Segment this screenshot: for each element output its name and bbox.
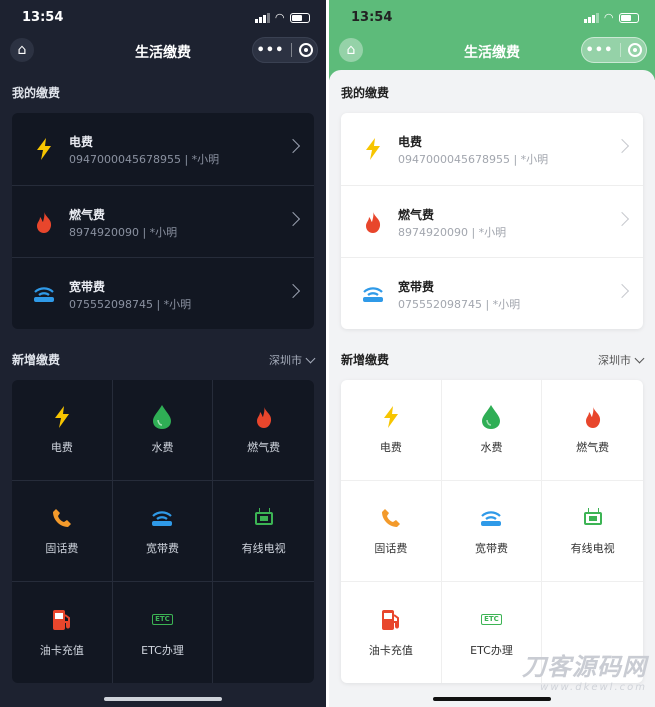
grid-item-water[interactable]: 水费 — [441, 380, 543, 481]
etc-icon: ETC — [150, 608, 174, 632]
tv-icon — [581, 506, 605, 530]
chevron-down-icon — [305, 353, 316, 363]
bill-row-electricity[interactable]: 电费 0947000045678955 | *小明 — [12, 113, 314, 185]
nav-bar: ⌂ 生活缴费 ••• — [329, 34, 655, 68]
signal-icon — [583, 12, 599, 23]
grid-item-gas[interactable]: 燃气费 — [213, 380, 314, 481]
grid-item-landline[interactable]: 固话费 — [341, 481, 442, 582]
bill-name: 宽带费 — [69, 280, 106, 294]
status-time: 13:54 — [22, 10, 64, 25]
new-bills-title: 新增缴费 — [341, 353, 390, 367]
bill-name: 电费 — [398, 135, 423, 149]
bill-detail: 075552098745 | *小明 — [398, 298, 521, 311]
water-drop-icon — [150, 405, 174, 429]
bill-name: 燃气费 — [398, 208, 435, 222]
grid-item-empty — [213, 582, 314, 683]
grid-item-electricity[interactable]: 电费 — [341, 380, 442, 481]
my-bills-title: 我的缴费 — [341, 86, 390, 100]
bill-detail: 0947000045678955 | *小明 — [398, 153, 549, 166]
my-bills-card: 电费 0947000045678955 | *小明 燃气费 8974920090… — [341, 113, 643, 329]
miniprogram-capsule: ••• — [581, 37, 647, 63]
city-label: 深圳市 — [269, 354, 302, 367]
etc-icon: ETC — [479, 608, 503, 632]
grid-item-gas[interactable]: 燃气费 — [542, 380, 643, 481]
close-miniprogram-icon[interactable] — [628, 43, 643, 57]
grid-item-broadband[interactable]: 宽带费 — [112, 481, 214, 582]
flame-icon — [252, 405, 276, 429]
grid-item-etc[interactable]: ETC ETC办理 — [113, 582, 214, 683]
battery-icon — [290, 12, 310, 23]
fuel-icon — [50, 608, 74, 632]
light-mode-screen: 13:54 ◠ ⌂ 生活缴费 ••• 我的缴费 电费 0947000045678… — [329, 0, 655, 707]
bill-detail: 075552098745 | *小明 — [69, 298, 192, 311]
bill-row-gas[interactable]: 燃气费 8974920090 | *小明 — [341, 185, 643, 257]
status-bar: 13:54 ◠ — [329, 0, 655, 34]
grid-item-cable-tv[interactable]: 有线电视 — [213, 481, 314, 582]
chevron-right-icon — [285, 138, 301, 154]
phone-icon — [379, 506, 403, 530]
grid-item-water[interactable]: 水费 — [112, 380, 214, 481]
chevron-down-icon — [634, 353, 645, 363]
wifi-status-icon: ◠ — [275, 11, 284, 24]
battery-icon — [619, 12, 639, 23]
city-label: 深圳市 — [598, 354, 631, 367]
grid-item-fuel-card[interactable]: 油卡充值 — [341, 582, 442, 683]
bill-name: 宽带费 — [398, 280, 435, 294]
new-bills-title: 新增缴费 — [12, 353, 61, 367]
city-selector[interactable]: 深圳市 — [269, 352, 316, 368]
status-time: 13:54 — [351, 10, 393, 25]
bill-row-electricity[interactable]: 电费 0947000045678955 | *小明 — [341, 113, 643, 185]
city-selector[interactable]: 深圳市 — [598, 352, 645, 368]
dark-mode-screen: 13:54 ◠ ⌂ 生活缴费 ••• 我的缴费 电费 0947000045678… — [0, 0, 326, 707]
new-bills-card: 电费 水费 燃气费 固话费 宽带费 有线电视 油卡充值 ETC ETC办理 — [12, 380, 314, 683]
close-miniprogram-icon[interactable] — [299, 43, 314, 57]
water-drop-icon — [479, 405, 503, 429]
grid-item-broadband[interactable]: 宽带费 — [441, 481, 543, 582]
wifi-icon — [361, 282, 385, 306]
chevron-right-icon — [285, 283, 301, 299]
wifi-icon — [150, 506, 174, 530]
lightning-icon — [379, 405, 403, 429]
chevron-right-icon — [614, 138, 630, 154]
more-icon[interactable]: ••• — [586, 43, 614, 58]
bill-detail: 8974920090 | *小明 — [398, 226, 507, 239]
flame-icon — [32, 210, 56, 234]
bill-row-gas[interactable]: 燃气费 8974920090 | *小明 — [12, 185, 314, 257]
bill-detail: 0947000045678955 | *小明 — [69, 153, 220, 166]
more-icon[interactable]: ••• — [257, 43, 285, 58]
grid-item-cable-tv[interactable]: 有线电视 — [542, 481, 643, 582]
home-indicator — [433, 697, 551, 701]
lightning-icon — [32, 137, 56, 161]
my-bills-card: 电费 0947000045678955 | *小明 燃气费 8974920090… — [12, 113, 314, 329]
tv-icon — [252, 506, 276, 530]
phone-icon — [50, 506, 74, 530]
grid-item-electricity[interactable]: 电费 — [12, 380, 113, 481]
signal-icon — [254, 12, 270, 23]
home-indicator — [104, 697, 222, 701]
miniprogram-capsule: ••• — [252, 37, 318, 63]
lightning-icon — [50, 405, 74, 429]
flame-icon — [361, 210, 385, 234]
my-bills-title: 我的缴费 — [12, 86, 61, 100]
fuel-icon — [379, 608, 403, 632]
wifi-status-icon: ◠ — [604, 11, 613, 24]
wifi-icon — [479, 506, 503, 530]
nav-bar: ⌂ 生活缴费 ••• — [0, 34, 326, 68]
watermark: 刀客源码网 www.dkewl.com — [522, 652, 647, 693]
chevron-right-icon — [285, 211, 301, 227]
lightning-icon — [361, 137, 385, 161]
bill-row-broadband[interactable]: 宽带费 075552098745 | *小明 — [341, 257, 643, 329]
status-bar: 13:54 ◠ — [0, 0, 326, 34]
bill-row-broadband[interactable]: 宽带费 075552098745 | *小明 — [12, 257, 314, 329]
chevron-right-icon — [614, 283, 630, 299]
bill-name: 燃气费 — [69, 208, 106, 222]
bill-name: 电费 — [69, 135, 94, 149]
new-bills-card: 电费 水费 燃气费 固话费 宽带费 有线电视 油卡充值 ETC ETC办理 — [341, 380, 643, 683]
grid-item-landline[interactable]: 固话费 — [12, 481, 113, 582]
wifi-icon — [32, 282, 56, 306]
bill-detail: 8974920090 | *小明 — [69, 226, 178, 239]
flame-icon — [581, 405, 605, 429]
chevron-right-icon — [614, 211, 630, 227]
grid-item-fuel-card[interactable]: 油卡充值 — [12, 582, 113, 683]
